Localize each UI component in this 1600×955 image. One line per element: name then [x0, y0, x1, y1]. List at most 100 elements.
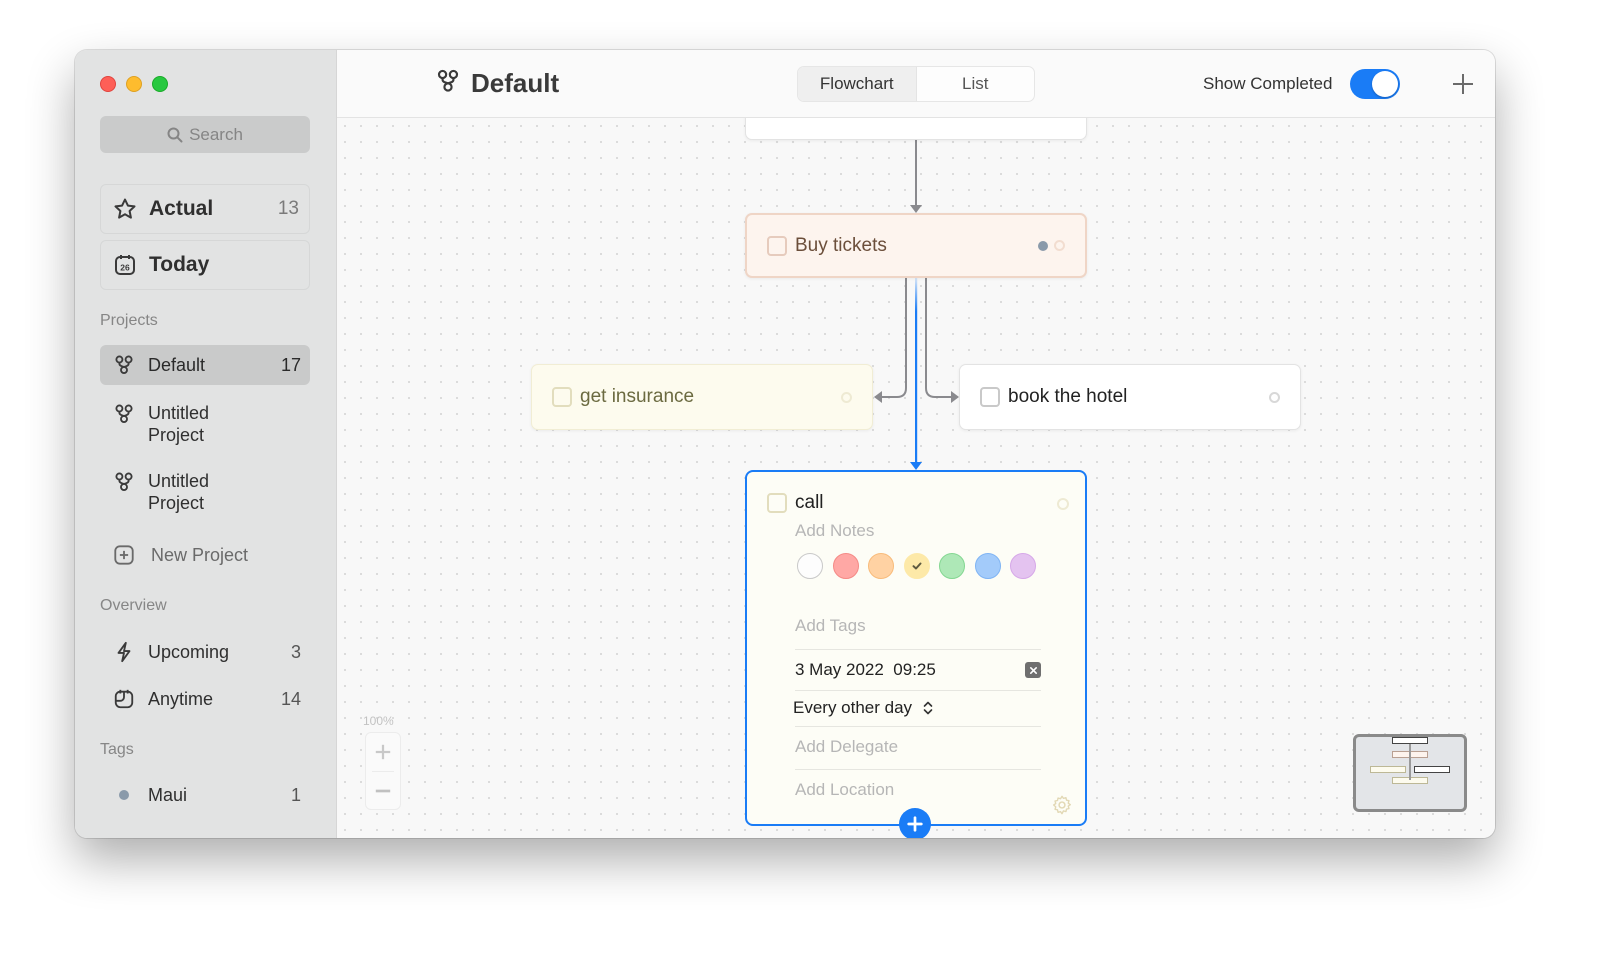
sidebar-project-untitled-1[interactable]: Untitled Project [100, 402, 310, 446]
project-icon [112, 470, 136, 494]
task-ring-icon [1269, 391, 1280, 403]
color-swatch-white[interactable] [797, 553, 823, 579]
due-date-value: 3 May 2022 09:25 [795, 660, 936, 679]
plus-icon [375, 744, 391, 760]
task-checkbox[interactable] [767, 235, 787, 256]
due-date-field[interactable]: 3 May 2022 09:25 [795, 660, 1041, 680]
search-placeholder: Search [189, 124, 243, 144]
close-window-button[interactable] [100, 76, 116, 92]
project-label: Default [148, 355, 206, 375]
sidebar-item-upcoming[interactable]: Upcoming 3 [100, 640, 310, 664]
add-subtask-button[interactable] [899, 808, 931, 838]
page-title: Default [471, 68, 560, 98]
view-switcher: Flowchart List [797, 66, 1035, 102]
search-icon [167, 127, 183, 142]
sidebar-item-label: Anytime [148, 689, 214, 709]
zoom-window-button[interactable] [152, 76, 168, 92]
task-title: book the hotel [1008, 386, 1128, 407]
tag-label: Maui [148, 785, 188, 805]
anytime-calendar-icon [112, 687, 136, 711]
sidebar-item-count: 14 [280, 688, 301, 709]
new-project-button[interactable]: New Project [100, 543, 310, 567]
subtask-indicator-dot [1038, 240, 1048, 251]
location-input[interactable]: Add Location [795, 780, 1041, 800]
edge-top-to-buy [910, 140, 922, 213]
project-label: Untitled Project [148, 402, 301, 446]
project-title: Default [435, 68, 559, 99]
minimap[interactable] [1353, 734, 1467, 812]
project-label-line: Untitled [148, 403, 210, 423]
minimap-node [1392, 737, 1428, 744]
task-node-book-hotel[interactable]: book the hotel [959, 364, 1301, 430]
color-swatch-yellow[interactable] [903, 553, 930, 579]
color-swatch-orange[interactable] [868, 553, 894, 579]
project-label-line: Untitled [148, 471, 210, 491]
color-swatch-green[interactable] [939, 553, 965, 579]
projects-header: Projects [100, 312, 158, 329]
task-ring-icon [1057, 498, 1069, 510]
task-title: get insurance [580, 386, 695, 407]
task-checkbox[interactable] [980, 387, 1000, 407]
chevron-up-down-icon [923, 701, 933, 715]
color-swatch-purple[interactable] [1010, 553, 1036, 579]
minimize-window-button[interactable] [126, 76, 142, 92]
toggle-knob [1372, 71, 1398, 97]
sidebar-item-label: Today [149, 253, 210, 276]
add-task-button[interactable] [1449, 70, 1477, 98]
task-detail-card-call: call Add Notes Add Tags 3 May 2022 09:25… [745, 470, 1087, 826]
divider [795, 690, 1041, 691]
task-ring-icon [1054, 240, 1065, 251]
edge-buy-to-hotel [925, 278, 959, 403]
sidebar-item-actual[interactable]: Actual 13 [100, 184, 310, 234]
edge-buy-to-call [910, 278, 922, 470]
plus-icon [1453, 74, 1473, 94]
task-node-get-insurance[interactable]: get insurance [531, 364, 873, 430]
task-checkbox[interactable] [767, 493, 787, 513]
window-controls [100, 76, 168, 92]
project-label-line: Project [148, 493, 205, 513]
repeat-select[interactable]: Every other day [793, 698, 1039, 718]
sidebar-item-count: 3 [290, 641, 301, 662]
zoom-in-button[interactable] [366, 733, 400, 771]
task-node-buy-tickets[interactable]: Buy tickets [745, 213, 1087, 278]
gear-icon[interactable] [1051, 794, 1073, 816]
search-field[interactable]: Search [100, 116, 310, 153]
delegate-input[interactable]: Add Delegate [795, 737, 1041, 757]
task-title-input[interactable]: call [795, 492, 824, 514]
project-icon [435, 68, 461, 99]
task-checkbox[interactable] [552, 387, 572, 407]
minimap-node [1414, 766, 1450, 773]
edge-buy-to-insurance [874, 278, 907, 403]
project-icon [112, 402, 136, 426]
task-title: Buy tickets [795, 234, 887, 256]
sidebar: Search Actual 13 26 Today Projects Defau… [75, 50, 337, 838]
project-label: Untitled Project [148, 470, 301, 514]
checkmark-icon [912, 562, 921, 570]
tags-header: Tags [100, 741, 134, 758]
tab-flowchart[interactable]: Flowchart [798, 67, 917, 101]
zoom-level: 100% [363, 714, 394, 728]
minimap-edge [1409, 744, 1411, 780]
minus-icon [375, 789, 391, 793]
calendar-26-icon: 26 [113, 253, 137, 277]
project-count: 17 [280, 354, 301, 375]
repeat-value: Every other day [793, 698, 913, 717]
clear-date-button[interactable] [1025, 662, 1041, 678]
star-icon [113, 197, 137, 221]
zoom-out-button[interactable] [366, 772, 400, 810]
color-swatch-blue[interactable] [974, 553, 1001, 579]
sidebar-project-untitled-2[interactable]: Untitled Project [100, 470, 310, 514]
show-completed-toggle[interactable] [1350, 69, 1400, 99]
sidebar-item-anytime[interactable]: Anytime 14 [100, 687, 310, 711]
main-area: Default Flowchart List Show Completed Bu… [337, 50, 1495, 838]
tags-input[interactable]: Add Tags [795, 616, 1041, 636]
flowchart-canvas[interactable]: Buy tickets get insurance book the hotel… [337, 118, 1495, 838]
sidebar-tag-maui[interactable]: Maui 1 [100, 783, 310, 807]
new-project-label: New Project [151, 545, 249, 565]
color-swatch-red[interactable] [832, 553, 859, 579]
tab-list[interactable]: List [917, 67, 1035, 101]
sidebar-project-default[interactable]: Default 17 [100, 345, 310, 385]
notes-input[interactable]: Add Notes [795, 521, 874, 541]
task-node-top[interactable] [745, 118, 1087, 140]
sidebar-item-today[interactable]: 26 Today [100, 240, 310, 290]
